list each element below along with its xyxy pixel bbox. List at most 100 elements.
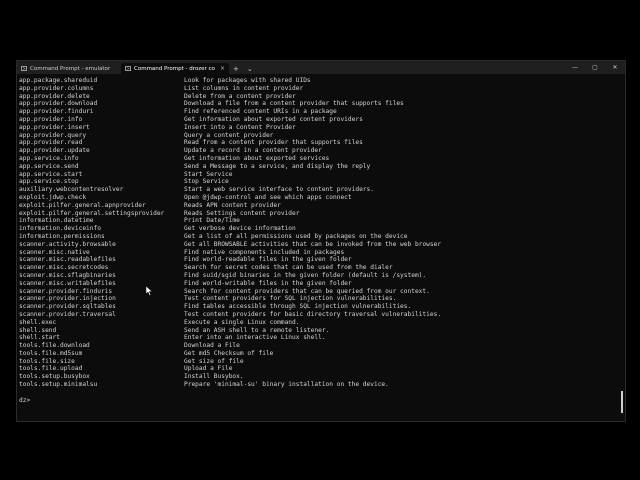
- command-row: shell.send Send an ASH shell to a remote …: [19, 327, 625, 335]
- command-name: tools.file.upload: [19, 365, 83, 373]
- command-name: app.service.start: [19, 170, 83, 178]
- command-name: information.deviceinfo: [19, 225, 101, 233]
- command-description: Search for secret codes that can be used…: [184, 264, 393, 272]
- command-description: Start a web service interface to content…: [184, 186, 374, 194]
- command-row: tools.file.md5sum Get md5 Checksum of fil…: [19, 350, 625, 358]
- command-name: app.provider.download: [19, 100, 98, 108]
- command-row: app.service.stop Stop Service: [19, 178, 625, 186]
- command-name: app.service.stop: [19, 178, 79, 186]
- command-row: information.datetime Print Date/Time: [19, 217, 625, 225]
- command-row: app.package.shareduid Look for packages w…: [19, 77, 625, 85]
- command-description: Get all BROWSABLE activities that can be…: [184, 240, 442, 248]
- command-name: app.package.shareduid: [19, 77, 98, 84]
- command-description: Send a Message to a service, and display…: [184, 162, 371, 170]
- command-description: Look for packages with shared UIDs: [184, 77, 311, 84]
- command-description: Enter into an interactive Linux shell.: [184, 334, 326, 342]
- command-row: app.provider.query Query a content provid…: [19, 132, 625, 140]
- console-output[interactable]: app.package.shareduid Look for packages w…: [19, 77, 625, 421]
- new-tab-button[interactable]: +: [229, 63, 243, 74]
- command-description: Find referenced content URIs in a packag…: [184, 108, 337, 116]
- terminal-icon: >: [125, 66, 131, 71]
- command-name: scanner.provider.injection: [19, 295, 116, 303]
- command-row: tools.setup.minimalsu Prepare 'minimal-su…: [19, 381, 625, 389]
- command-description: Find tables accessible through SQL injec…: [184, 303, 412, 311]
- command-name: scanner.misc.sflagbinaries: [19, 271, 116, 279]
- command-description: List columns in content provider: [184, 84, 304, 92]
- command-row: app.provider.finduri Find referenced cont…: [19, 108, 625, 116]
- command-name: auxiliary.webcontentresolver: [19, 186, 124, 194]
- command-row: app.provider.delete Delete from a content…: [19, 93, 625, 101]
- command-name: app.service.info: [19, 154, 79, 162]
- command-row: scanner.misc.sflagbinaries Find suid/sgid…: [19, 272, 625, 280]
- command-row: tools.file.size Get size of file: [19, 358, 625, 366]
- command-name: tools.file.size: [19, 357, 75, 365]
- command-name: scanner.misc.native: [19, 248, 90, 256]
- command-list: app.package.shareduid Look for packages w…: [19, 77, 625, 389]
- prompt[interactable]: dz>: [19, 397, 625, 405]
- command-description: Get information about exported services: [184, 154, 330, 162]
- command-name: shell.send: [19, 326, 57, 334]
- command-name: scanner.misc.readablefiles: [19, 256, 116, 264]
- command-row: app.service.send Send a Message to a serv…: [19, 163, 625, 171]
- command-row: tools.file.download Download a File: [19, 342, 625, 350]
- command-description: Get information about exported content p…: [184, 115, 363, 123]
- command-name: tools.file.md5sum: [19, 349, 83, 357]
- command-description: Get size of file: [184, 357, 244, 365]
- command-row: scanner.provider.finduris Search for cont…: [19, 288, 625, 296]
- command-row: shell.exec Execute a single Linux command…: [19, 319, 625, 327]
- maximize-button[interactable]: ▢: [585, 61, 605, 74]
- command-description: Start Service: [184, 170, 233, 178]
- minimize-button[interactable]: —: [565, 61, 585, 74]
- command-row: app.service.start Start Service: [19, 171, 625, 179]
- close-tab-icon[interactable]: ×: [220, 65, 225, 72]
- close-button[interactable]: ✕: [605, 61, 625, 74]
- command-description: Find native components included in packa…: [184, 248, 345, 256]
- command-row: scanner.provider.sqltables Find tables ac…: [19, 303, 625, 311]
- command-row: shell.start Enter into an interactive Lin…: [19, 334, 625, 342]
- command-row: scanner.misc.native Find native component…: [19, 249, 625, 257]
- command-name: shell.exec: [19, 318, 57, 326]
- command-name: app.provider.query: [19, 131, 87, 139]
- command-description: Download a file from a content provider …: [184, 100, 404, 108]
- command-name: tools.setup.busybox: [19, 373, 90, 381]
- command-description: Find suid/sgid binaries in the given fol…: [184, 271, 427, 279]
- command-row: exploit.jdwp.check Open @jdwp-control and…: [19, 194, 625, 202]
- command-name: tools.setup.minimalsu: [19, 381, 98, 389]
- command-name: scanner.provider.sqltables: [19, 303, 116, 311]
- command-name: app.provider.finduri: [19, 108, 94, 116]
- command-row: auxiliary.webcontentresolver Start a web …: [19, 186, 625, 194]
- tab-drozer[interactable]: > Command Prompt - drozer co ×: [121, 63, 229, 74]
- command-row: app.provider.update Update a record in a …: [19, 147, 625, 155]
- scrollbar[interactable]: [621, 391, 623, 413]
- command-description: Reads APN content provider: [184, 201, 281, 209]
- tab-label: Command Prompt - emulator: [30, 65, 111, 72]
- command-row: tools.setup.busybox Install Busybox.: [19, 373, 625, 381]
- command-row: app.provider.insert Insert into a Content…: [19, 124, 625, 132]
- command-description: Test content providers for SQL injection…: [184, 295, 397, 303]
- dropdown-icon[interactable]: ⌄: [243, 63, 257, 74]
- command-row: scanner.provider.injection Test content p…: [19, 295, 625, 303]
- command-row: exploit.pilfer.general.settingsprovider R…: [19, 210, 625, 218]
- command-description: Test content providers for basic directo…: [184, 310, 442, 318]
- command-name: scanner.activity.browsable: [19, 240, 116, 248]
- command-row: app.provider.download Download a file fro…: [19, 100, 625, 108]
- terminal-window: > Command Prompt - emulator > Command Pr…: [16, 60, 626, 422]
- command-description: Get md5 Checksum of file: [184, 349, 274, 357]
- command-description: Execute a single Linux command.: [184, 318, 300, 326]
- command-name: scanner.misc.secretcodes: [19, 264, 109, 272]
- command-description: Upload a File: [184, 365, 233, 373]
- command-name: scanner.misc.writablefiles: [19, 279, 116, 287]
- command-name: exploit.pilfer.general.apnprovider: [19, 201, 146, 209]
- terminal-icon: >: [21, 66, 27, 71]
- title-bar: > Command Prompt - emulator > Command Pr…: [17, 61, 625, 74]
- command-description: Print Date/Time: [184, 217, 240, 225]
- command-name: app.provider.read: [19, 139, 83, 147]
- window-controls: — ▢ ✕: [565, 61, 625, 74]
- command-description: Get a list of all permissions used by pa…: [184, 232, 408, 240]
- command-row: scanner.misc.writablefiles Find world-wri…: [19, 280, 625, 288]
- tab-emulator[interactable]: > Command Prompt - emulator: [17, 63, 121, 74]
- command-description: Update a record in a content provider: [184, 147, 322, 155]
- command-row: information.deviceinfo Get verbose device…: [19, 225, 625, 233]
- tab-label: Command Prompt - drozer co: [134, 65, 215, 72]
- command-row: app.provider.info Get information about e…: [19, 116, 625, 124]
